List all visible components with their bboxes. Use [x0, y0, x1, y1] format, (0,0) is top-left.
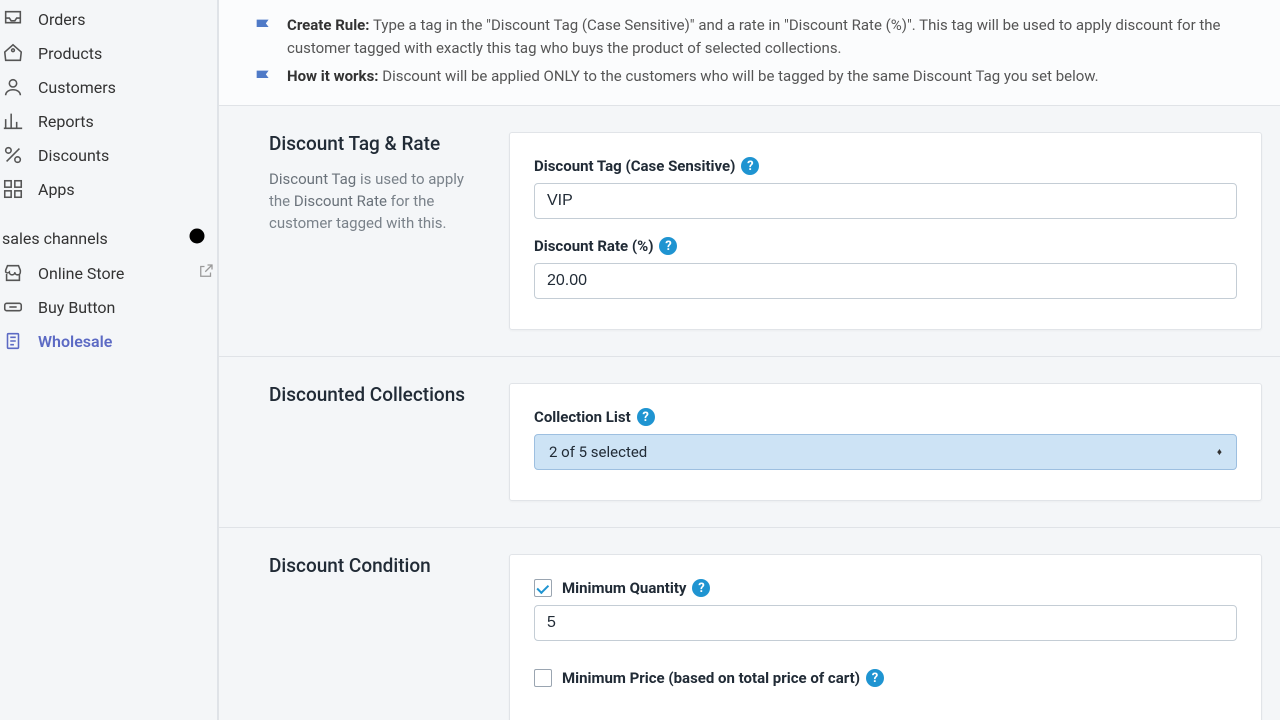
flag-icon: [253, 65, 275, 93]
collection-list-label: Collection List ?: [534, 408, 1237, 426]
channel-label: Online Store: [38, 264, 124, 283]
sidebar-item-label: Orders: [38, 10, 85, 29]
sidebar-item-label: Reports: [38, 112, 94, 131]
sidebar-item-label: Customers: [38, 78, 116, 97]
discount-rate-input[interactable]: [534, 263, 1237, 299]
section-title: Discounted Collections: [269, 383, 481, 406]
store-icon: [2, 262, 24, 284]
user-icon: [2, 76, 24, 98]
multiselect-value: 2 of 5 selected: [549, 443, 647, 461]
sidebar: Orders Products Customers Reports Discou…: [0, 0, 218, 720]
notice-how-it-works: How it works: Discount will be applied O…: [253, 65, 1248, 93]
flag-icon: [253, 14, 275, 59]
discount-tag-label: Discount Tag (Case Sensitive) ?: [534, 157, 1237, 175]
help-icon[interactable]: ?: [866, 669, 884, 687]
sidebar-item-products[interactable]: Products: [0, 36, 217, 70]
card-condition: Minimum Quantity ? Minimum Price (based …: [509, 554, 1262, 720]
sales-channels-label: sales channels: [2, 229, 108, 248]
grid-icon: [2, 178, 24, 200]
section-desc: Discount Tag is used to apply the Discou…: [269, 169, 481, 234]
notice-create-rule: Create Rule: Type a tag in the "Discount…: [253, 14, 1248, 59]
min-price-label: Minimum Price (based on total price of c…: [562, 669, 884, 687]
discount-rate-label: Discount Rate (%) ?: [534, 237, 1237, 255]
min-price-checkbox[interactable]: [534, 669, 552, 687]
sidebar-item-apps[interactable]: Apps: [0, 172, 217, 206]
section-condition: Discount Condition Minimum Quantity ? Mi…: [219, 528, 1280, 720]
min-qty-label: Minimum Quantity ?: [562, 579, 710, 597]
notice-label: Create Rule:: [287, 16, 370, 34]
notice-text: Create Rule: Type a tag in the "Discount…: [287, 14, 1248, 59]
discount-tag-input[interactable]: [534, 183, 1237, 219]
bar-chart-icon: [2, 110, 24, 132]
help-icon[interactable]: ?: [741, 157, 759, 175]
plus-circle-icon[interactable]: [187, 226, 207, 250]
main-content: Create Rule: Type a tag in the "Discount…: [218, 0, 1280, 720]
inbox-icon: [2, 8, 24, 30]
notice-box: Create Rule: Type a tag in the "Discount…: [219, 0, 1280, 105]
collection-multiselect[interactable]: 2 of 5 selected ♦: [534, 434, 1237, 470]
min-qty-input[interactable]: [534, 605, 1237, 641]
sidebar-item-label: Discounts: [38, 146, 109, 165]
channel-online-store[interactable]: Online Store: [0, 256, 217, 290]
notice-label: How it works:: [287, 67, 379, 85]
sidebar-item-label: Apps: [38, 180, 75, 199]
section-title: Discount Tag & Rate: [269, 132, 481, 155]
section-title: Discount Condition: [269, 554, 481, 577]
external-link-icon[interactable]: [197, 262, 215, 284]
sidebar-item-label: Products: [38, 44, 102, 63]
percent-icon: [2, 144, 24, 166]
sidebar-item-customers[interactable]: Customers: [0, 70, 217, 104]
channel-wholesale[interactable]: Wholesale: [0, 324, 217, 358]
tag-icon: [2, 42, 24, 64]
section-collections: Discounted Collections Collection List ?…: [219, 357, 1280, 527]
sort-icon: ♦: [1217, 447, 1222, 458]
help-icon[interactable]: ?: [659, 237, 677, 255]
channel-label: Buy Button: [38, 298, 115, 317]
button-icon: [2, 296, 24, 318]
card-tag-rate: Discount Tag (Case Sensitive) ? Discount…: [509, 132, 1262, 330]
sidebar-item-orders[interactable]: Orders: [0, 2, 217, 36]
help-icon[interactable]: ?: [637, 408, 655, 426]
channel-label: Wholesale: [38, 332, 112, 351]
channel-buy-button[interactable]: Buy Button: [0, 290, 217, 324]
sidebar-item-reports[interactable]: Reports: [0, 104, 217, 138]
min-qty-checkbox[interactable]: [534, 579, 552, 597]
card-collections: Collection List ? 2 of 5 selected ♦: [509, 383, 1262, 501]
sidebar-item-discounts[interactable]: Discounts: [0, 138, 217, 172]
help-icon[interactable]: ?: [692, 579, 710, 597]
sales-channels-header: sales channels: [0, 206, 217, 256]
section-tag-rate: Discount Tag & Rate Discount Tag is used…: [219, 106, 1280, 356]
clipboard-icon: [2, 330, 24, 352]
notice-text: How it works: Discount will be applied O…: [287, 65, 1099, 93]
